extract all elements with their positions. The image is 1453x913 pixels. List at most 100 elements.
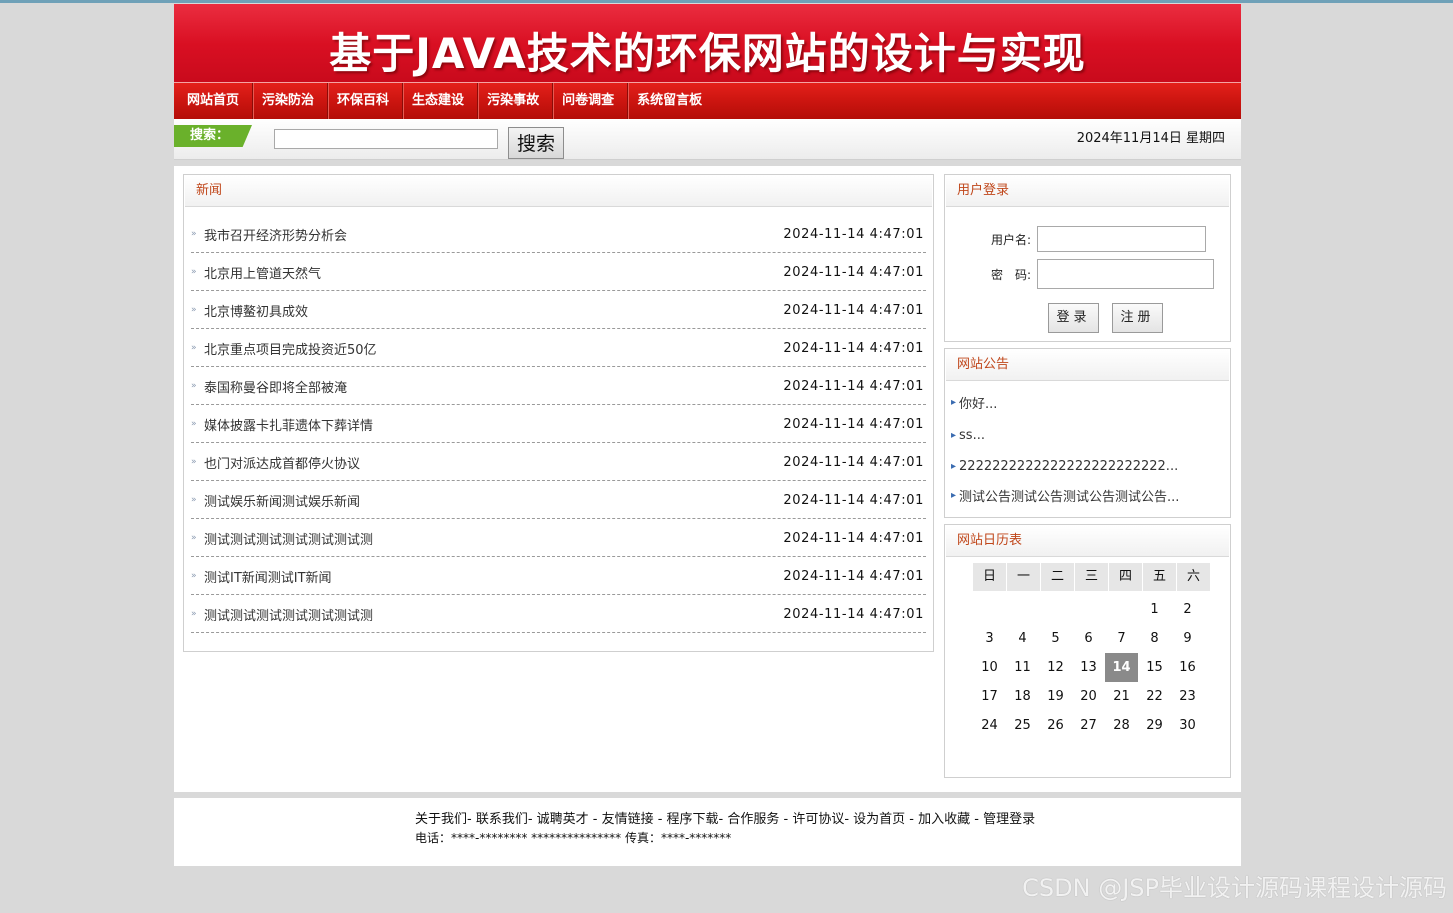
news-row[interactable]: » 媒体披露卡扎菲遗体下葬详情 2024-11-14 4:47:01	[191, 406, 926, 443]
news-title[interactable]: 北京用上管道天然气	[204, 263, 321, 282]
calendar-day[interactable]: 29	[1138, 711, 1171, 740]
news-title[interactable]: 泰国称曼谷即将全部被淹	[204, 377, 347, 396]
news-row[interactable]: » 也门对派达成首都停火协议 2024-11-14 4:47:01	[191, 444, 926, 481]
nav-item[interactable]: 网站首页	[178, 83, 254, 119]
double-arrow-icon: »	[191, 609, 197, 619]
notice-item[interactable]: ▸ 测试公告测试公告测试公告测试公告...	[951, 486, 1179, 505]
news-row[interactable]: » 北京博鳌初具成效 2024-11-14 4:47:01	[191, 292, 926, 329]
username-field[interactable]	[1037, 226, 1206, 252]
calendar-day[interactable]: 16	[1171, 653, 1204, 682]
double-arrow-icon: »	[191, 381, 197, 391]
news-title[interactable]: 测试IT新闻测试IT新闻	[204, 567, 332, 586]
calendar-today[interactable]: 14	[1105, 653, 1138, 682]
calendar-day[interactable]: 8	[1138, 624, 1171, 653]
calendar-day	[973, 595, 1006, 624]
username-row: 用户名:	[945, 226, 1206, 252]
calendar-day[interactable]: 25	[1006, 711, 1039, 740]
double-arrow-icon: »	[191, 571, 197, 581]
calendar-weekday: 五	[1143, 563, 1177, 591]
news-time: 2024-11-14 4:47:01	[783, 378, 924, 394]
register-button[interactable]: 注册	[1112, 303, 1163, 333]
news-left: » 北京博鳌初具成效	[191, 301, 308, 320]
nav-item[interactable]: 问卷调查	[553, 83, 629, 119]
calendar-day[interactable]: 9	[1171, 624, 1204, 653]
main-nav: 网站首页 污染防治 环保百科 生态建设 污染事故 问卷调查 系统留言板	[174, 82, 1241, 119]
main-content: 新闻 » 我市召开经济形势分析会 2024-11-14 4:47:01 » 北京用上管道…	[174, 166, 1241, 792]
notice-text: 2222222222222222222222222...	[959, 459, 1179, 474]
calendar-day[interactable]: 7	[1105, 624, 1138, 653]
calendar-day[interactable]: 21	[1105, 682, 1138, 711]
site-title: 基于JAVA技术的环保网站的设计与实现	[329, 29, 1086, 78]
calendar-day[interactable]: 3	[973, 624, 1006, 653]
calendar-day[interactable]: 11	[1006, 653, 1039, 682]
calendar-day[interactable]: 5	[1039, 624, 1072, 653]
news-row[interactable]: » 我市召开经济形势分析会 2024-11-14 4:47:01	[191, 216, 926, 253]
nav-item[interactable]: 系统留言板	[628, 83, 715, 119]
calendar-day[interactable]: 10	[973, 653, 1006, 682]
calendar-week-row: 17 18 19 20 21 22 23	[973, 682, 1211, 711]
calendar-day[interactable]: 24	[973, 711, 1006, 740]
news-title[interactable]: 测试测试测试测试测试测试测	[204, 605, 373, 624]
news-title[interactable]: 媒体披露卡扎菲遗体下葬详情	[204, 415, 373, 434]
calendar-day[interactable]: 22	[1138, 682, 1171, 711]
nav-item[interactable]: 环保百科	[328, 83, 404, 119]
notice-item[interactable]: ▸ ss...	[951, 428, 985, 443]
calendar-day[interactable]: 15	[1138, 653, 1171, 682]
news-title[interactable]: 北京博鳌初具成效	[204, 301, 308, 320]
arrow-right-icon: ▸	[951, 397, 957, 408]
news-row[interactable]: » 测试测试测试测试测试测试测 2024-11-14 4:47:01	[191, 520, 926, 557]
nav-item[interactable]: 污染防治	[253, 83, 329, 119]
calendar-day[interactable]: 28	[1105, 711, 1138, 740]
news-title[interactable]: 测试测试测试测试测试测试测	[204, 529, 373, 548]
calendar-day[interactable]: 26	[1039, 711, 1072, 740]
news-title[interactable]: 北京重点项目完成投资近50亿	[204, 339, 377, 358]
news-time: 2024-11-14 4:47:01	[783, 530, 924, 546]
news-row[interactable]: » 测试测试测试测试测试测试测 2024-11-14 4:47:01	[191, 596, 926, 633]
news-left: » 媒体披露卡扎菲遗体下葬详情	[191, 415, 373, 434]
news-title[interactable]: 测试娱乐新闻测试娱乐新闻	[204, 491, 360, 510]
footer-links[interactable]: 关于我们- 联系我们- 诚聘英才 - 友情链接 - 程序下载- 合作服务 - 许…	[415, 808, 1035, 827]
calendar-day[interactable]: 20	[1072, 682, 1105, 711]
search-input[interactable]	[274, 129, 498, 149]
calendar-day[interactable]: 17	[973, 682, 1006, 711]
notice-item[interactable]: ▸ 你好...	[951, 393, 997, 412]
password-field[interactable]	[1037, 259, 1214, 289]
news-row[interactable]: » 北京重点项目完成投资近50亿 2024-11-14 4:47:01	[191, 330, 926, 367]
notice-item[interactable]: ▸ 2222222222222222222222222...	[951, 459, 1178, 474]
calendar-day[interactable]: 30	[1171, 711, 1204, 740]
login-button[interactable]: 登录	[1048, 303, 1099, 333]
calendar-weekday-row: 日一二三四五六	[973, 563, 1211, 591]
search-button[interactable]: 搜索	[508, 127, 564, 159]
news-left: » 北京重点项目完成投资近50亿	[191, 339, 377, 358]
calendar-week-row: 10 11 12 13 14 15 16	[973, 653, 1211, 682]
arrow-right-icon: ▸	[951, 430, 957, 441]
calendar-day[interactable]: 1	[1138, 595, 1171, 624]
news-row[interactable]: » 北京用上管道天然气 2024-11-14 4:47:01	[191, 254, 926, 291]
calendar-weekday: 六	[1177, 563, 1211, 591]
news-left: » 泰国称曼谷即将全部被淹	[191, 377, 347, 396]
nav-item[interactable]: 污染事故	[478, 83, 554, 119]
news-row[interactable]: » 泰国称曼谷即将全部被淹 2024-11-14 4:47:01	[191, 368, 926, 405]
news-title[interactable]: 我市召开经济形势分析会	[204, 225, 347, 244]
news-time: 2024-11-14 4:47:01	[783, 606, 924, 622]
calendar-day[interactable]: 19	[1039, 682, 1072, 711]
calendar-day[interactable]: 2	[1171, 595, 1204, 624]
news-time: 2024-11-14 4:47:01	[783, 568, 924, 584]
calendar-day[interactable]: 12	[1039, 653, 1072, 682]
news-left: » 我市召开经济形势分析会	[191, 225, 347, 244]
calendar-day[interactable]: 6	[1072, 624, 1105, 653]
calendar-day[interactable]: 18	[1006, 682, 1039, 711]
calendar-week-row: 12	[973, 595, 1211, 624]
calendar-day[interactable]: 27	[1072, 711, 1105, 740]
calendar-day[interactable]: 23	[1171, 682, 1204, 711]
news-row[interactable]: » 测试IT新闻测试IT新闻 2024-11-14 4:47:01	[191, 558, 926, 595]
notice-text: ss...	[959, 428, 985, 443]
calendar-weekday: 一	[1007, 563, 1041, 591]
calendar-day	[1006, 595, 1039, 624]
calendar-day[interactable]: 13	[1072, 653, 1105, 682]
news-row[interactable]: » 测试娱乐新闻测试娱乐新闻 2024-11-14 4:47:01	[191, 482, 926, 519]
calendar-day[interactable]: 4	[1006, 624, 1039, 653]
nav-item[interactable]: 生态建设	[403, 83, 479, 119]
news-title[interactable]: 也门对派达成首都停火协议	[204, 453, 360, 472]
login-panel: 用户登录 用户名: 密 码: 登录 注册	[944, 174, 1231, 342]
